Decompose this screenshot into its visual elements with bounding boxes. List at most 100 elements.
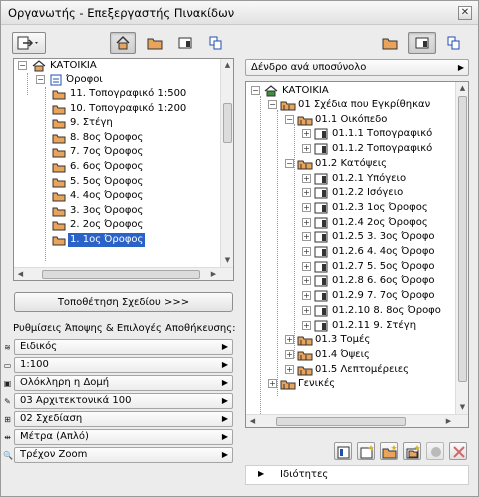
new-master-layout-button[interactable] [357, 442, 375, 460]
subset-row[interactable]: − 01 Σχέδια που Εγκρίθηκαν [268, 98, 456, 112]
horizontal-scrollbar[interactable]: ◀ ▶ [14, 267, 233, 280]
scroll-thumb[interactable] [458, 96, 467, 382]
layout-row[interactable]: +01.2.5 3. 3ος Όροφο [302, 230, 456, 244]
subset-row[interactable]: − 01.2 Κατόψεις [285, 157, 456, 171]
new-subset-button[interactable] [380, 442, 398, 460]
folder-icon [52, 90, 66, 100]
story-item[interactable]: 3. 3ος Όροφος [52, 204, 220, 218]
story-item[interactable]: 2. 2ος Όροφος [52, 218, 220, 232]
subset-row[interactable]: +01.3 Τομές [285, 333, 456, 347]
tree-root-row[interactable]: − ΚΑΤΟΙΚΙΑ [18, 59, 218, 73]
expand-toggle[interactable]: + [302, 173, 311, 183]
expand-toggle[interactable]: + [302, 305, 311, 315]
layout-row[interactable]: +01.2.11 9. Στέγη [302, 319, 456, 333]
expand-toggle[interactable]: + [302, 188, 311, 198]
new-folder-button[interactable] [403, 442, 421, 460]
window-title: Οργανωτής - Επεξεργαστής Πινακίδων [8, 6, 235, 20]
properties-panel-header[interactable]: ▶ Ιδιότητες [245, 465, 469, 485]
layout-row[interactable]: +01.2.10 8. 8ος Όροφο [302, 304, 456, 318]
story-item[interactable]: 11. Τοπογραφικό 1:500 [52, 87, 220, 101]
expand-toggle[interactable]: + [302, 144, 311, 154]
view-setting-dropdown[interactable]: Ολόκληρη η Δομή ▶ [14, 375, 233, 391]
export-menu-button[interactable] [12, 32, 46, 54]
view-setting-dropdown[interactable]: Μέτρα (Απλό) ▶ [14, 429, 233, 445]
publisher-tab[interactable] [203, 32, 229, 54]
layout-book-tab[interactable] [172, 32, 198, 54]
scroll-up-arrow[interactable]: ▲ [456, 82, 468, 95]
tree-root-row[interactable]: − ΚΑΤΟΙΚΙΑ [251, 84, 451, 98]
story-item[interactable]: 10. Τοπογραφικό 1:200 [52, 102, 220, 116]
vertical-scrollbar[interactable]: ▲ ▼ [455, 82, 468, 414]
story-item[interactable]: 5. 5ος Όροφος [52, 175, 220, 189]
subset-row[interactable]: +01.5 Λεπτομέρειες [285, 363, 456, 377]
scroll-left-arrow[interactable]: ◀ [246, 415, 259, 427]
layout-row[interactable]: +01.2.1 Υπόγειο [302, 172, 456, 186]
view-setting-dropdown[interactable]: 1:100 ▶ [14, 357, 233, 373]
story-item[interactable]: 8. 8ος Όροφος [52, 131, 220, 145]
expand-toggle[interactable]: + [302, 276, 311, 286]
vertical-scrollbar[interactable]: ▲ ▼ [220, 59, 233, 267]
settings-button[interactable] [426, 442, 444, 460]
scroll-down-arrow[interactable]: ▼ [456, 401, 468, 414]
view-setting-dropdown[interactable]: 02 Σχεδίαση ▶ [14, 411, 233, 427]
scroll-right-arrow[interactable]: ▶ [442, 415, 455, 427]
collapse-toggle[interactable]: − [18, 61, 27, 70]
layout-book-tab[interactable] [408, 32, 436, 54]
view-setting-dropdown[interactable]: Ειδικός ▶ [14, 339, 233, 355]
story-item[interactable]: 6. 6ος Όροφος [52, 160, 220, 174]
layout-row[interactable]: +01.1.2 Τοπογραφικό [302, 142, 456, 156]
collapse-toggle[interactable]: − [285, 158, 294, 168]
new-layout-button[interactable] [334, 442, 352, 460]
layout-row[interactable]: +01.2.2 Ισόγειο [302, 186, 456, 200]
subset-row[interactable]: − 01.1 Οικόπεδο [285, 113, 456, 127]
scroll-left-arrow[interactable]: ◀ [14, 268, 27, 280]
scroll-thumb[interactable] [223, 103, 232, 143]
expand-toggle[interactable]: + [285, 349, 294, 359]
layout-row[interactable]: +01.2.8 6. 6ος Όροφο [302, 274, 456, 288]
expand-toggle[interactable]: + [302, 232, 311, 242]
story-item[interactable]: 4. 4ος Όροφος [52, 189, 220, 203]
delete-button[interactable] [449, 442, 467, 460]
story-item[interactable]: 1. 1ος Όροφος [52, 233, 220, 247]
scroll-thumb[interactable] [42, 270, 200, 279]
expand-toggle[interactable]: + [302, 217, 311, 227]
publisher-tab[interactable] [441, 32, 467, 54]
layout-row[interactable]: +01.2.9 7. 7ος Όροφο [302, 289, 456, 303]
close-button[interactable]: ✕ [458, 6, 472, 20]
layout-row[interactable]: +01.1.1 Τοπογραφικό [302, 127, 456, 141]
view-map-tab[interactable] [377, 32, 403, 54]
expand-toggle[interactable]: + [268, 379, 277, 389]
layout-row[interactable]: +01.2.7 5. 5ος Όροφο [302, 260, 456, 274]
collapse-toggle[interactable]: − [251, 86, 260, 95]
expand-toggle[interactable]: + [302, 261, 311, 271]
expand-toggle[interactable]: + [302, 291, 311, 301]
expand-toggle[interactable]: + [285, 335, 294, 345]
place-drawing-button[interactable]: Τοποθέτηση Σχεδίου >>> [14, 292, 233, 312]
subset-row[interactable]: +01.4 Όψεις [285, 348, 456, 362]
expand-toggle[interactable]: + [302, 320, 311, 330]
subset-row[interactable]: + Γενικές [268, 377, 456, 391]
story-item[interactable]: 9. Στέγη [52, 116, 220, 130]
story-item[interactable]: 7. 7ος Όροφος [52, 145, 220, 159]
layout-row[interactable]: +01.2.4 2ος Όροφος [302, 216, 456, 230]
view-map-tab[interactable] [142, 32, 168, 54]
tree-group-row[interactable]: − Όροφοι [36, 73, 216, 87]
tree-view-select[interactable]: Δένδρο ανά υποσύνολο ▶ [245, 59, 469, 76]
layout-row[interactable]: +01.2.3 1ος Όροφος [302, 201, 456, 215]
horizontal-scrollbar[interactable]: ◀ ▶ [246, 414, 468, 427]
expand-toggle[interactable]: + [302, 247, 311, 256]
view-setting-dropdown[interactable]: 03 Αρχιτεκτονικά 100 ▶ [14, 393, 233, 409]
collapse-toggle[interactable]: − [285, 114, 294, 124]
scroll-right-arrow[interactable]: ▶ [207, 268, 220, 280]
scroll-thumb[interactable] [276, 417, 406, 426]
collapse-toggle[interactable]: − [36, 75, 45, 84]
expand-toggle[interactable]: + [302, 202, 311, 212]
view-setting-dropdown[interactable]: Τρέχον Zoom ▶ [14, 447, 233, 463]
scroll-up-arrow[interactable]: ▲ [221, 59, 233, 72]
project-map-tab[interactable] [110, 32, 136, 54]
expand-toggle[interactable]: + [285, 364, 294, 374]
layout-row[interactable]: +01.2.6 4. 4ος Όροφο [302, 245, 456, 259]
scroll-down-arrow[interactable]: ▼ [221, 254, 233, 267]
collapse-toggle[interactable]: − [268, 100, 277, 109]
expand-toggle[interactable]: + [302, 129, 311, 139]
